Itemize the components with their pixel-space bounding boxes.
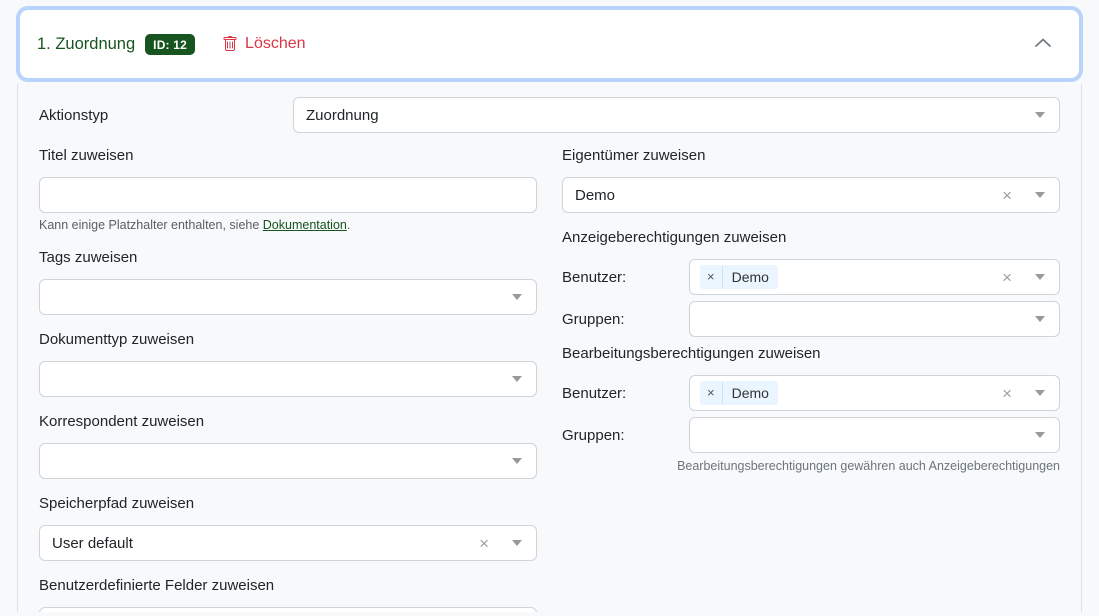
caret-down-icon	[512, 540, 522, 546]
documentation-link[interactable]: Dokumentation	[263, 218, 347, 232]
workflow-action-panel: 1. Zuordnung ID: 12 Löschen Aktionstyp	[0, 0, 1099, 616]
storage-path-value: User default	[50, 535, 133, 552]
assign-tags-label: Tags zuweisen	[39, 249, 537, 266]
assign-document-type-select[interactable]	[39, 361, 537, 397]
caret-down-icon	[1035, 192, 1045, 198]
caret-down-icon	[512, 376, 522, 382]
trash-icon	[222, 36, 238, 52]
assign-owner-select[interactable]: Demo ×	[562, 177, 1060, 213]
title-placeholder-hint: Kann einige Platzhalter enthalten, siehe…	[39, 218, 537, 233]
edit-permissions-heading: Bearbeitungsberechtigungen zuweisen	[562, 345, 1060, 362]
action-type-select[interactable]: Zuordnung	[293, 97, 1060, 133]
right-column: Eigentümer zuweisen Demo × Anzeigeberech…	[562, 147, 1060, 612]
chip-remove-icon[interactable]: ×	[700, 382, 723, 404]
clear-selection-icon[interactable]: ×	[1002, 187, 1012, 204]
caret-down-icon	[1035, 432, 1045, 438]
delete-action-button[interactable]: Löschen	[222, 35, 306, 53]
chevron-up-icon	[1033, 37, 1053, 52]
caret-down-icon	[512, 294, 522, 300]
selected-user-chip: × Demo	[700, 265, 778, 289]
assign-tags-select[interactable]	[39, 279, 537, 315]
left-column: Titel zuweisen Kann einige Platzhalter e…	[39, 147, 537, 612]
chip-label: Demo	[723, 269, 778, 285]
assign-owner-label: Eigentümer zuweisen	[562, 147, 1060, 164]
edit-permissions-users-select[interactable]: × Demo ×	[689, 375, 1060, 411]
collapse-toggle-button[interactable]	[1029, 33, 1057, 56]
assign-custom-fields-label: Benutzerdefinierte Felder zuweisen	[39, 577, 537, 594]
caret-down-icon	[1035, 112, 1045, 118]
edit-permissions-groups-label: Gruppen:	[562, 427, 689, 444]
hint-text-suffix: .	[347, 218, 350, 232]
clear-selection-icon[interactable]: ×	[1002, 269, 1012, 286]
assign-storage-path-select[interactable]: User default ×	[39, 525, 537, 561]
workflow-action-form: Aktionstyp Zuordnung Titel zuweisen Kann…	[17, 84, 1082, 612]
clear-selection-icon[interactable]: ×	[479, 535, 489, 552]
caret-down-icon	[1035, 390, 1045, 396]
owner-value: Demo	[573, 187, 615, 204]
clear-selection-icon[interactable]: ×	[1002, 385, 1012, 402]
view-permissions-groups-label: Gruppen:	[562, 311, 689, 328]
assign-title-input[interactable]	[39, 177, 537, 213]
action-type-value: Zuordnung	[304, 107, 379, 124]
assign-correspondent-select[interactable]	[39, 443, 537, 479]
view-permissions-users-select[interactable]: × Demo ×	[689, 259, 1060, 295]
chip-remove-icon[interactable]: ×	[700, 266, 723, 288]
hint-text-prefix: Kann einige Platzhalter enthalten, siehe	[39, 218, 263, 232]
chip-label: Demo	[723, 385, 778, 401]
action-id-badge: ID: 12	[145, 34, 195, 55]
edit-permissions-groups-select[interactable]	[689, 417, 1060, 453]
assign-custom-fields-select[interactable]	[39, 607, 537, 612]
view-permissions-heading: Anzeigeberechtigungen zuweisen	[562, 229, 1060, 246]
action-type-label: Aktionstyp	[39, 107, 293, 124]
action-title: 1. Zuordnung	[37, 35, 135, 54]
selected-user-chip: × Demo	[700, 381, 778, 405]
view-permissions-groups-select[interactable]	[689, 301, 1060, 337]
assign-document-type-label: Dokumenttyp zuweisen	[39, 331, 537, 348]
caret-down-icon	[1035, 274, 1045, 280]
edit-permissions-hint: Bearbeitungsberechtigungen gewähren auch…	[562, 459, 1060, 474]
assign-correspondent-label: Korrespondent zuweisen	[39, 413, 537, 430]
view-permissions-users-label: Benutzer:	[562, 269, 689, 286]
assign-storage-path-label: Speicherpfad zuweisen	[39, 495, 537, 512]
edit-permissions-users-label: Benutzer:	[562, 385, 689, 402]
caret-down-icon	[512, 458, 522, 464]
assign-title-label: Titel zuweisen	[39, 147, 537, 164]
workflow-action-accordion-header[interactable]: 1. Zuordnung ID: 12 Löschen	[20, 10, 1079, 78]
delete-button-label: Löschen	[245, 35, 306, 53]
caret-down-icon	[1035, 316, 1045, 322]
